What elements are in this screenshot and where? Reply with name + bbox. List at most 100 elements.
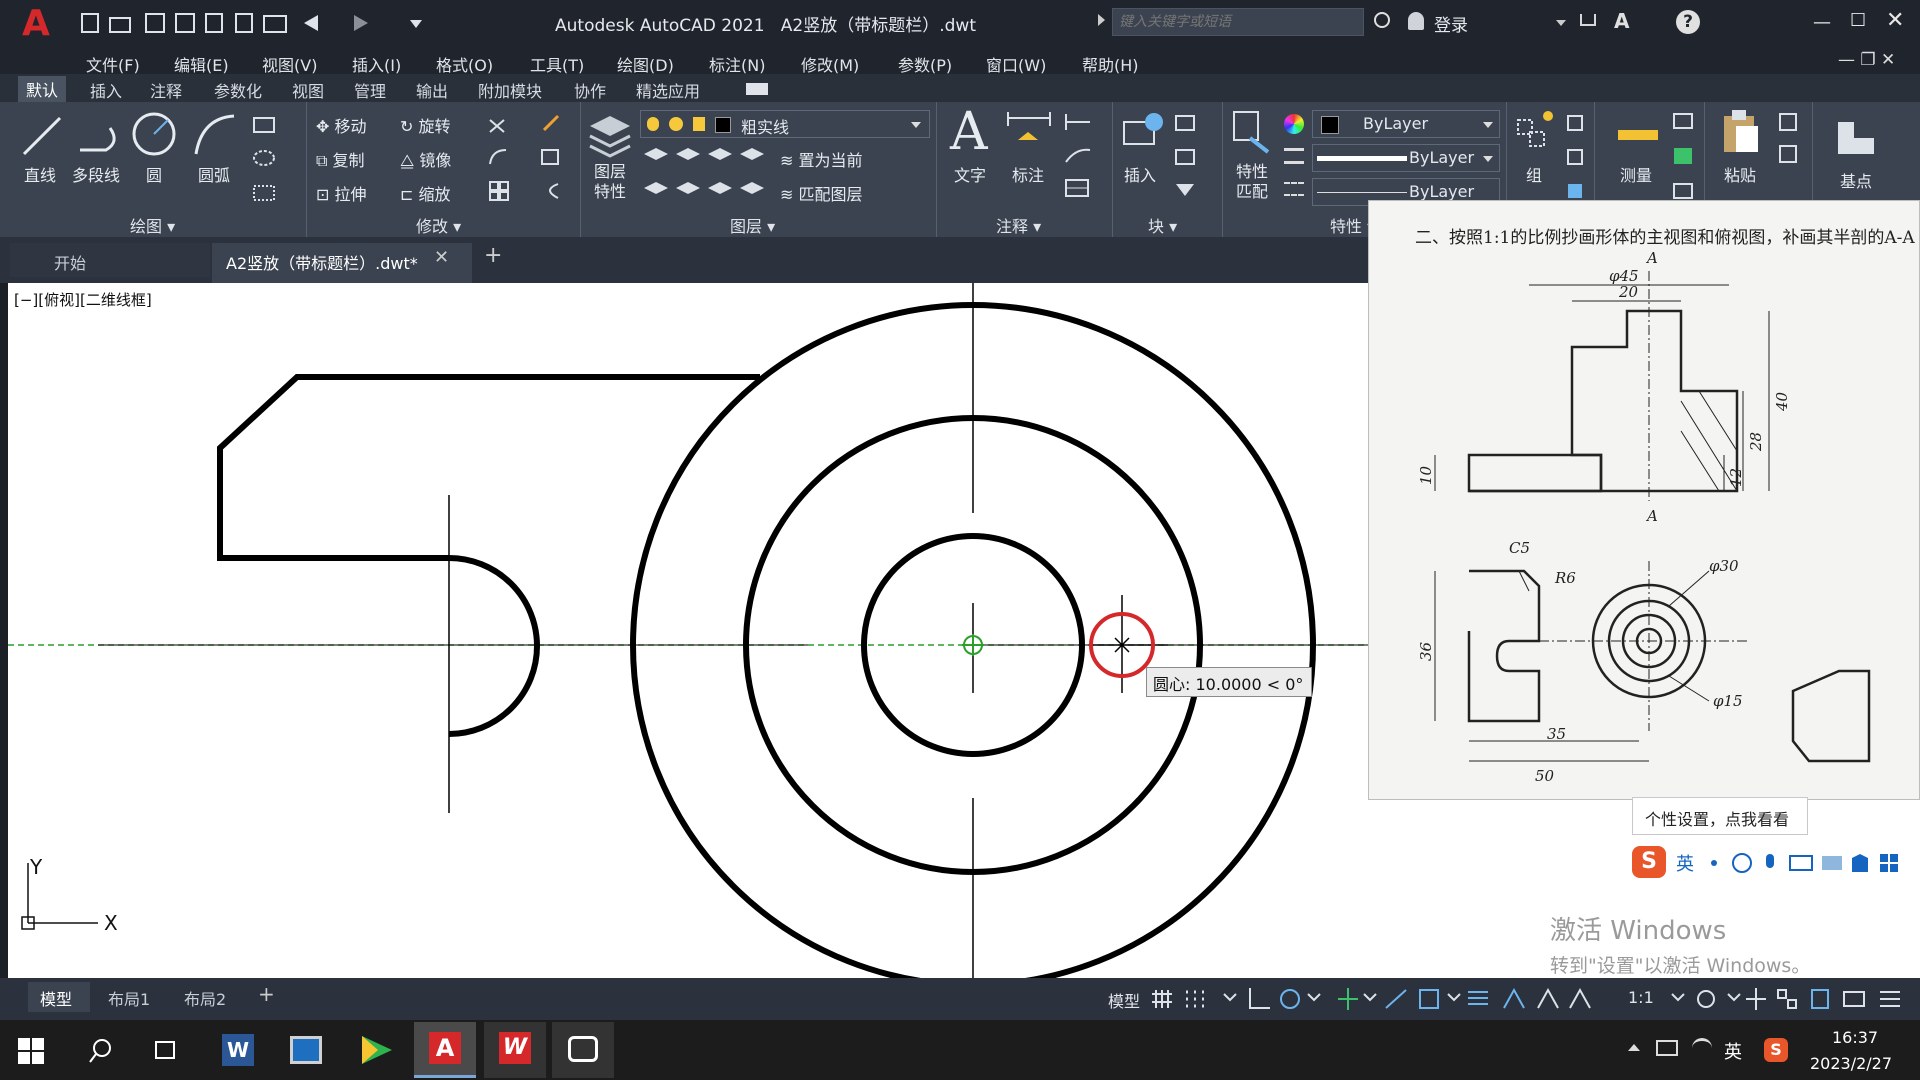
explorer-app-icon[interactable] [290,1036,322,1064]
match-layer[interactable]: ≋ 匹配图层 [780,181,863,205]
ribbon-toggle-icon[interactable] [746,83,768,95]
menu-window[interactable]: 窗口(W) [986,52,1046,76]
circle-tool-label[interactable]: 圆 [146,162,162,186]
draw-small-icons[interactable] [250,112,290,202]
taskbar-lang[interactable]: 英 [1724,1038,1742,1064]
tab-start[interactable]: 开始 [10,243,210,277]
menu-tools[interactable]: 工具(T) [530,52,584,76]
block-panel-title[interactable]: 块 ▾ [1148,213,1177,237]
task-view-icon[interactable] [152,1038,178,1064]
media-player-icon[interactable] [358,1034,394,1066]
login-button[interactable]: 登录 [1434,11,1468,36]
menu-format[interactable]: 格式(O) [436,52,493,76]
modify-small-icons[interactable] [484,110,574,206]
quick-access-icons[interactable] [78,10,428,36]
scale-tool[interactable]: ⊏ 缩放 [400,181,451,205]
text-tool-icon[interactable]: A [950,102,988,162]
menu-edit[interactable]: 编辑(E) [174,52,229,76]
measure-label[interactable]: 测量 [1620,162,1652,186]
wifi-icon[interactable] [1692,1038,1712,1058]
layout-tab-1[interactable]: 布局1 [108,986,150,1010]
wps-app-icon[interactable]: W [484,1022,546,1078]
tab-collaborate[interactable]: 协作 [574,78,606,102]
model-space-button[interactable]: 模型 [1108,988,1140,1012]
menu-draw[interactable]: 绘图(D) [617,52,674,76]
network-icon[interactable] [1656,1040,1678,1056]
menu-help[interactable]: 帮助(H) [1082,52,1139,76]
ime-tool-icons[interactable] [1702,850,1916,876]
ime-toolbar[interactable]: S 英 [1628,842,1920,882]
move-tool[interactable]: ✥ 移动 [316,113,367,137]
help-icon[interactable]: ? [1676,10,1700,34]
word-app-icon[interactable]: W [222,1034,254,1066]
linetype-icon[interactable] [1284,182,1304,196]
insert-block-icon[interactable] [1118,108,1168,158]
circle-tool-icon[interactable] [130,110,178,158]
clock-date[interactable]: 2023/2/27 [1810,1054,1892,1073]
dimension-tool-label[interactable]: 标注 [1012,162,1044,186]
rotate-tool[interactable]: ↻ 旋转 [400,113,451,137]
taskbar-search-icon[interactable] [88,1038,114,1064]
sogou-tray-icon[interactable]: S [1764,1038,1788,1062]
stretch-tool[interactable]: ⊡ 拉伸 [316,181,367,205]
menu-insert[interactable]: 插入(I) [352,52,401,76]
group-small-icons[interactable] [1564,112,1592,202]
insert-block-label[interactable]: 插入 [1124,162,1156,186]
layer-tool-icons[interactable] [640,146,770,216]
tab-featured-apps[interactable]: 精选应用 [636,78,700,102]
paste-label[interactable]: 粘贴 [1724,162,1756,186]
utility-small-icons[interactable] [1670,110,1698,200]
layout-tab-2[interactable]: 布局2 [184,986,226,1010]
ime-tooltip[interactable]: 个性设置，点我看看 [1632,797,1808,835]
polyline-tool-label[interactable]: 多段线 [72,162,120,186]
autodesk-account-icon[interactable]: A [1614,9,1629,33]
tab-annotate[interactable]: 注释 [150,78,182,102]
layout-tab-model[interactable]: 模型 [28,982,90,1012]
polyline-tool-icon[interactable] [76,112,124,160]
login-dropdown-icon[interactable] [1556,20,1566,26]
clock-time[interactable]: 16:37 [1832,1028,1878,1047]
clipboard-small-icons[interactable] [1776,110,1804,170]
menu-file[interactable]: 文件(F) [86,52,140,76]
menu-view[interactable]: 视图(V) [262,52,317,76]
layer-properties-icon[interactable] [586,108,636,158]
group-icon[interactable] [1510,108,1560,158]
reference-image-window[interactable]: 二、按照1:1的比例抄画形体的主视图和俯视图，补画其半剖的A-A A φ45 2… [1368,200,1920,800]
windows-start-icon[interactable] [18,1038,44,1064]
menu-modify[interactable]: 修改(M) [801,52,859,76]
set-current-layer[interactable]: ≋ 置为当前 [780,147,863,171]
new-tab-button[interactable]: + [484,243,502,268]
copy-tool[interactable]: ⧉ 复制 [316,147,365,171]
color-wheel-icon[interactable] [1284,114,1304,134]
match-properties-icon[interactable] [1228,108,1278,158]
paste-icon[interactable] [1718,108,1764,158]
menu-dimension[interactable]: 标注(N) [709,52,765,76]
minimize-button[interactable]: — [1813,12,1831,33]
tray-expand-icon[interactable] [1628,1044,1640,1051]
status-right-icons[interactable] [1668,984,1918,1014]
layers-panel-title[interactable]: 图层 ▾ [730,213,775,237]
lineweight-icon[interactable] [1284,148,1304,164]
basepoint-icon[interactable] [1834,118,1878,158]
user-icon[interactable] [1408,12,1424,30]
arc-tool-label[interactable]: 圆弧 [198,162,230,186]
tab-active-document[interactable]: A2竖放（带标题栏）.dwt* ✕ [212,243,472,283]
tab-insert[interactable]: 插入 [90,78,122,102]
arc-tool-icon[interactable] [190,110,238,158]
cart-icon[interactable] [1580,14,1596,26]
doc-window-controls[interactable]: — ❐ ✕ [1838,50,1895,70]
ime-lang[interactable]: 英 [1676,850,1694,876]
layer-properties-label[interactable]: 图层 特性 [594,162,626,202]
mirror-tool[interactable]: ⧋ 镜像 [400,147,451,171]
lineweight-dropdown[interactable]: ByLayer [1312,144,1500,172]
draw-panel-title[interactable]: 绘图 ▾ [130,213,175,237]
close-button[interactable]: ✕ [1886,8,1904,33]
measure-icon[interactable] [1618,130,1658,140]
annotation-panel-title[interactable]: 注释 ▾ [996,213,1041,237]
search-input[interactable] [1112,8,1364,36]
line-tool-label[interactable]: 直线 [24,162,56,186]
tab-parametric[interactable]: 参数化 [214,78,262,102]
tab-default[interactable]: 默认 [18,76,67,102]
basepoint-label[interactable]: 基点 [1840,168,1872,192]
modify-panel-title[interactable]: 修改 ▾ [416,213,461,237]
